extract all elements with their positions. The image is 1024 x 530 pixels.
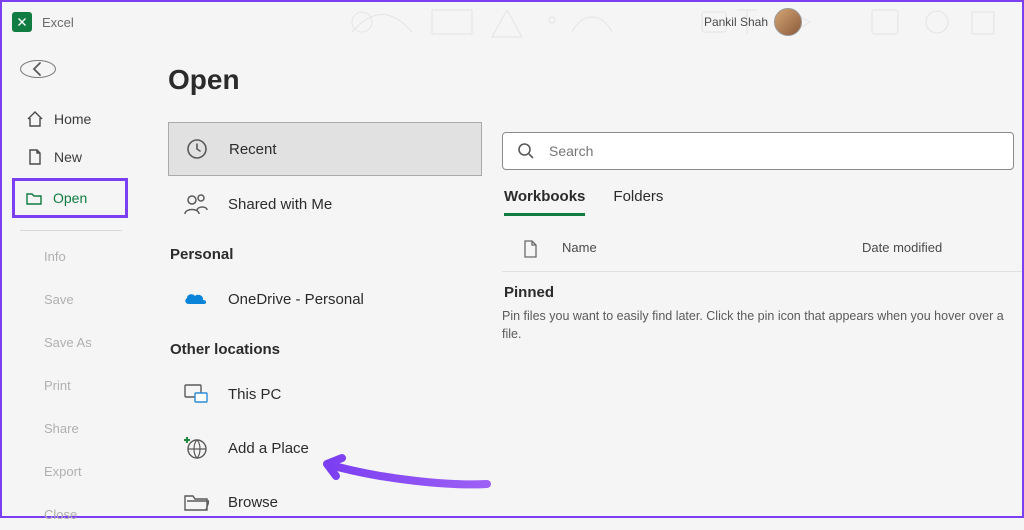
nav-close[interactable]: Close	[20, 499, 128, 530]
user-name: Pankil Shah	[704, 15, 768, 29]
page-title: Open	[168, 64, 482, 96]
search-box[interactable]	[502, 132, 1014, 170]
section-other: Other locations	[168, 327, 482, 368]
location-onedrive[interactable]: OneDrive - Personal	[168, 273, 482, 325]
back-button[interactable]	[20, 60, 56, 78]
location-addplace[interactable]: Add a Place	[168, 422, 482, 474]
pinned-empty-text: Pin files you want to easily find later.…	[502, 307, 1022, 343]
search-input[interactable]	[549, 143, 999, 159]
locations-panel: Open Recent Shared with Me Personal OneD…	[142, 42, 502, 516]
nav-home[interactable]: Home	[20, 102, 128, 136]
avatar	[774, 8, 802, 36]
section-personal: Personal	[168, 232, 482, 273]
nav-divider	[20, 230, 122, 231]
nav-new[interactable]: New	[20, 140, 128, 174]
table-header: Name Date modified	[502, 232, 1022, 272]
app-title: Excel	[42, 15, 74, 30]
file-tabs: Workbooks Folders	[502, 188, 1022, 216]
arrow-left-icon	[30, 61, 46, 77]
header-decoration	[342, 2, 1022, 42]
tab-workbooks[interactable]: Workbooks	[504, 188, 585, 216]
nav-export[interactable]: Export	[20, 456, 128, 487]
file-icon	[522, 240, 562, 261]
excel-app-icon	[12, 12, 32, 32]
location-shared[interactable]: Shared with Me	[168, 178, 482, 230]
people-icon	[182, 190, 210, 218]
backstage-sidebar: Home New Open Info Save Save As Print Sh…	[2, 42, 142, 516]
document-icon	[26, 148, 44, 166]
col-date[interactable]: Date modified	[862, 240, 1012, 261]
user-account[interactable]: Pankil Shah	[704, 8, 802, 36]
folder-icon	[182, 488, 210, 516]
nav-label: Home	[54, 111, 91, 127]
title-bar: Excel Pankil Shah	[2, 2, 1022, 42]
location-thispc[interactable]: This PC	[168, 368, 482, 420]
search-icon	[517, 142, 535, 160]
files-panel: Workbooks Folders Name Date modified Pin…	[502, 42, 1022, 516]
nav-label: Open	[53, 190, 87, 206]
location-label: Shared with Me	[228, 196, 332, 213]
clock-icon	[183, 135, 211, 163]
section-pinned: Pinned	[502, 272, 1022, 307]
location-label: OneDrive - Personal	[228, 291, 364, 308]
folder-open-icon	[25, 189, 43, 207]
nav-info[interactable]: Info	[20, 241, 128, 272]
computer-icon	[182, 380, 210, 408]
location-label: Add a Place	[228, 440, 309, 457]
nav-label: New	[54, 149, 82, 165]
tab-folders[interactable]: Folders	[613, 188, 663, 216]
nav-share[interactable]: Share	[20, 413, 128, 444]
globe-plus-icon	[182, 434, 210, 462]
location-browse[interactable]: Browse	[168, 476, 482, 528]
nav-saveas[interactable]: Save As	[20, 327, 128, 358]
onedrive-icon	[182, 285, 210, 313]
col-name[interactable]: Name	[562, 240, 862, 261]
location-label: Recent	[229, 141, 277, 158]
location-label: Browse	[228, 494, 278, 511]
nav-print[interactable]: Print	[20, 370, 128, 401]
home-icon	[26, 110, 44, 128]
location-recent[interactable]: Recent	[168, 122, 482, 176]
nav-open[interactable]: Open	[12, 178, 128, 218]
location-label: This PC	[228, 386, 281, 403]
nav-save[interactable]: Save	[20, 284, 128, 315]
